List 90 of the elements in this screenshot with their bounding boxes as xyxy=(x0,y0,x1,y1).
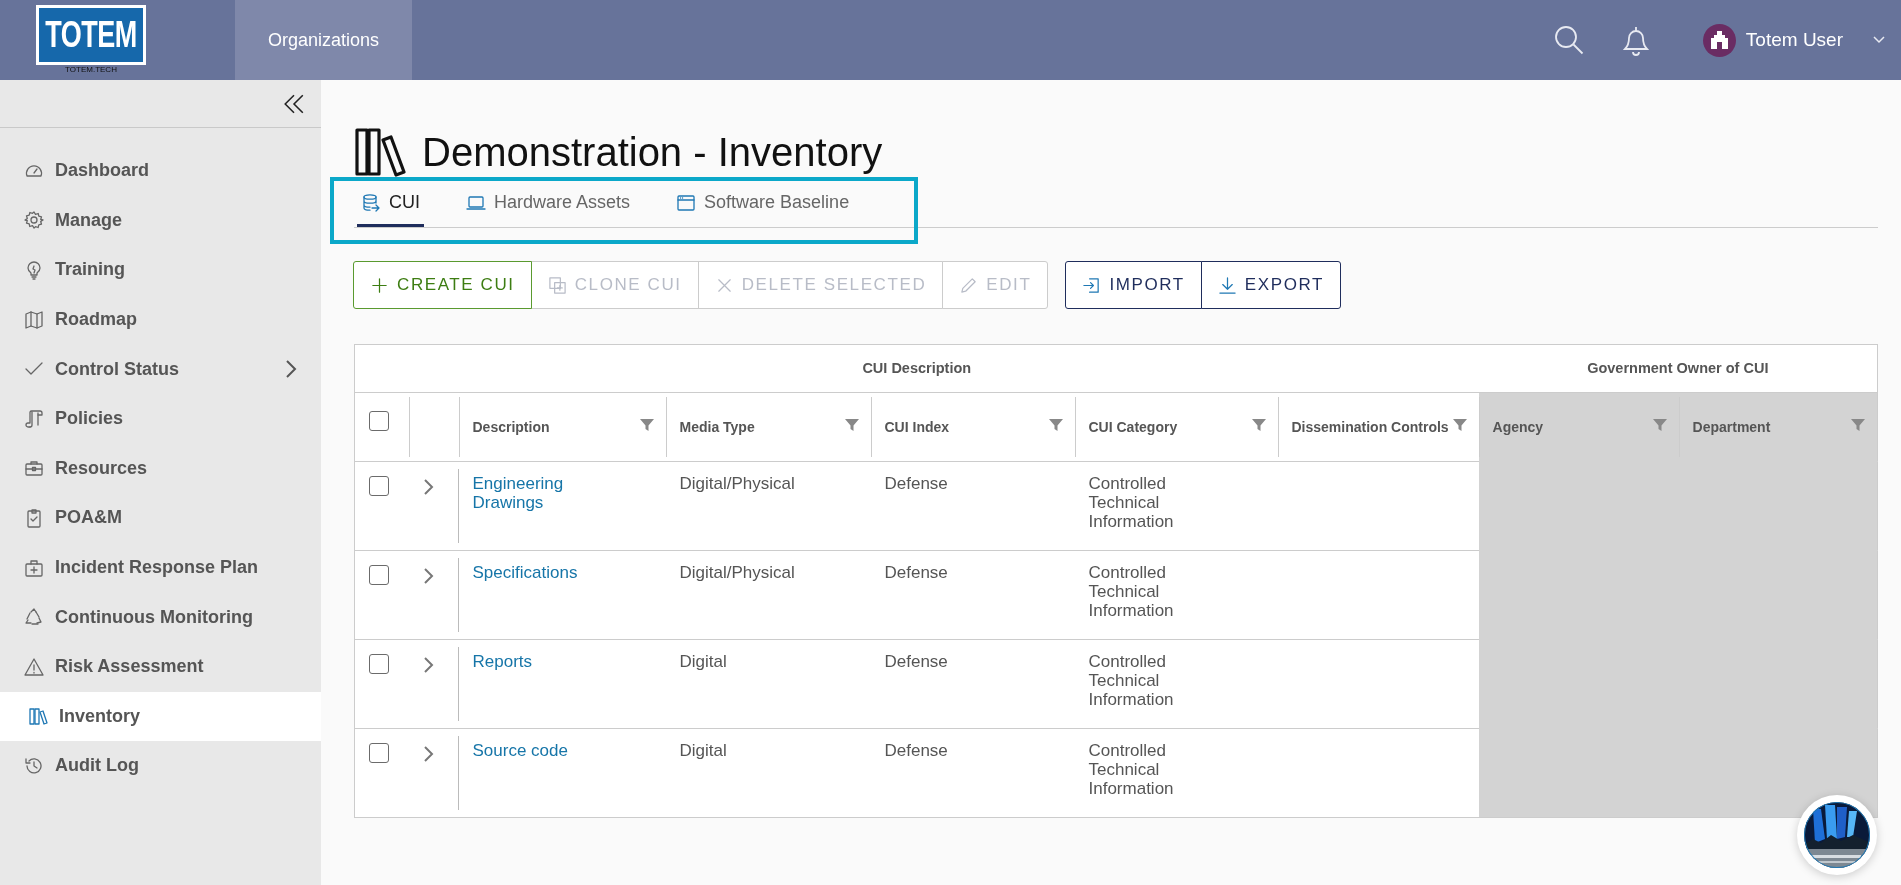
filter-icon[interactable] xyxy=(639,418,654,432)
plus-icon xyxy=(370,275,389,295)
column-group-header: CUI Description xyxy=(862,359,972,376)
sidebar-item[interactable]: Incident Response Plan xyxy=(0,542,321,593)
table-cell-text: Controlled Technical Information xyxy=(1088,741,1175,798)
column-header[interactable]: CUI Category xyxy=(1088,418,1178,436)
filter-icon[interactable] xyxy=(1251,418,1266,432)
column-header[interactable]: Agency xyxy=(1492,418,1544,436)
nav-tab[interactable]: Organizations xyxy=(235,0,413,80)
toolbar-button[interactable]: IMPORT xyxy=(1065,261,1202,309)
sidebar-item[interactable]: Audit Log xyxy=(0,741,321,791)
filter-icon[interactable] xyxy=(1652,418,1667,432)
row-checkbox[interactable] xyxy=(369,476,389,496)
sidebar-item[interactable]: Resources xyxy=(0,443,321,494)
row-link[interactable]: Source code xyxy=(472,741,568,760)
toolbar-button[interactable]: CREATE CUI xyxy=(353,261,532,309)
copy-icon xyxy=(547,275,567,295)
table-cell: Digital/Physical xyxy=(679,563,795,582)
browser-window-icon xyxy=(676,192,697,213)
avatar-icon[interactable] xyxy=(1702,23,1736,57)
row-checkbox[interactable] xyxy=(369,743,389,763)
filter-icon[interactable] xyxy=(844,418,859,432)
bell-icon[interactable] xyxy=(1620,24,1651,56)
light-bulb-icon xyxy=(24,260,44,280)
row-checkbox[interactable] xyxy=(369,565,389,585)
warning-icon xyxy=(24,656,44,677)
first-aid-kit-icon xyxy=(24,557,44,578)
sidebar-item[interactable]: Control Status xyxy=(0,344,321,394)
chevron-right-icon[interactable] xyxy=(422,655,435,674)
search-icon[interactable] xyxy=(1552,24,1585,56)
chevron-right-icon[interactable] xyxy=(422,477,435,496)
table-cell: Digital xyxy=(679,652,727,671)
filter-icon[interactable] xyxy=(1452,418,1467,432)
page-title: Demonstration - Inventory xyxy=(422,128,883,176)
table-cell-text: Controlled Technical Information xyxy=(1088,474,1175,531)
tab[interactable]: Software Baseline xyxy=(672,181,854,227)
books-icon xyxy=(354,125,406,178)
sidebar-item[interactable]: Training xyxy=(0,245,321,295)
filter-icon[interactable] xyxy=(1851,418,1866,432)
caret-icon[interactable] xyxy=(1873,36,1885,44)
column-group-header: Government Owner of CUI xyxy=(1587,359,1769,376)
table-cell: Defense xyxy=(884,474,948,493)
column-header[interactable]: Department xyxy=(1692,418,1771,436)
table-cell: Defense xyxy=(884,741,948,760)
map-icon xyxy=(24,309,44,330)
pencil-icon xyxy=(959,275,979,295)
history-icon xyxy=(24,755,44,776)
logo-tagline: TOTEM.TECH xyxy=(64,65,118,75)
column-header[interactable]: CUI Index xyxy=(884,418,950,436)
row-checkbox[interactable] xyxy=(369,654,389,674)
briefcase-icon xyxy=(24,458,44,479)
table-cell: Digital/Physical xyxy=(679,474,795,493)
tab[interactable]: CUI xyxy=(357,181,424,227)
import-icon xyxy=(1082,275,1102,295)
sidebar-item[interactable]: Inventory xyxy=(0,691,321,742)
sidebar-item[interactable]: Dashboard xyxy=(0,146,321,196)
table-cell-text: Controlled Technical Information xyxy=(1088,652,1175,709)
toolbar-button[interactable]: EXPORT xyxy=(1200,261,1342,309)
collapse-icon[interactable] xyxy=(283,92,305,115)
gear-icon xyxy=(24,210,44,231)
user-name[interactable]: Totem User xyxy=(1745,25,1843,55)
sidebar-item[interactable]: POA&M xyxy=(0,493,321,543)
books-icon xyxy=(28,706,48,727)
sidebar-item[interactable]: Manage xyxy=(0,195,321,246)
sidebar-item[interactable]: Continuous Monitoring xyxy=(0,592,321,642)
download-icon xyxy=(1217,275,1237,295)
column-header[interactable]: Dissemination Controls xyxy=(1291,418,1449,436)
table-cell: Defense xyxy=(884,563,948,582)
sidebar-item[interactable]: Policies xyxy=(0,393,321,444)
chevron-right-icon[interactable] xyxy=(422,744,435,763)
tab[interactable]: Hardware Assets xyxy=(462,181,635,227)
column-header[interactable]: Description xyxy=(472,418,550,436)
scroll-icon xyxy=(24,408,44,429)
column-header[interactable]: Media Type xyxy=(679,418,755,436)
sidebar-item[interactable]: Roadmap xyxy=(0,294,321,345)
row-link[interactable]: Engineering Drawings xyxy=(472,474,613,512)
filter-icon[interactable] xyxy=(1048,418,1063,432)
sidebar-item[interactable]: Risk Assessment xyxy=(0,641,321,692)
chat-button[interactable] xyxy=(1797,795,1877,875)
select-all-checkbox[interactable] xyxy=(369,411,389,431)
clipboard-check-icon xyxy=(24,507,44,528)
recycle-icon xyxy=(24,607,44,628)
chevron-right-icon[interactable] xyxy=(422,566,435,585)
row-link[interactable]: Specifications xyxy=(472,563,578,582)
database-icon xyxy=(361,192,381,213)
table-cell: Digital xyxy=(679,741,727,760)
table-cell: Defense xyxy=(884,652,948,671)
row-link[interactable]: Reports xyxy=(472,652,533,671)
table-cell-text: Controlled Technical Information xyxy=(1088,563,1175,620)
logo[interactable]: TOTEM xyxy=(36,5,146,65)
